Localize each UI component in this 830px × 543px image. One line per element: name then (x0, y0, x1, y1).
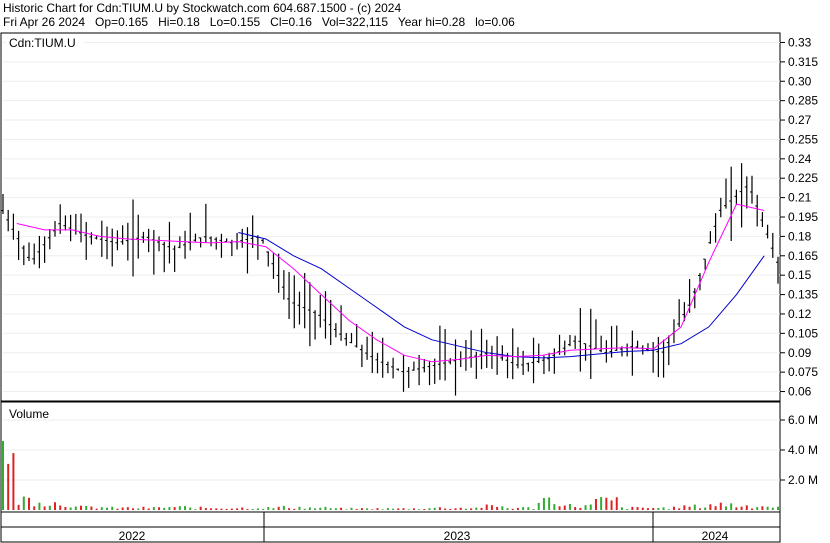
stock-chart: Cdn:TIUM.U 0.330.3150.300.2850.270.2550.… (0, 32, 818, 543)
volume-tick-label: 6.0 M (788, 413, 818, 427)
price-tick-label: 0.09 (788, 346, 812, 360)
price-tick-label: 0.105 (788, 326, 818, 340)
price-tick-label: 0.33 (788, 35, 812, 49)
year-label-2024: 2024 (702, 529, 729, 543)
symbol-label: Cdn:TIUM.U (9, 36, 76, 50)
price-tick-label: 0.30 (788, 74, 812, 88)
price-tick-label: 0.27 (788, 113, 812, 127)
price-tick-label: 0.12 (788, 307, 812, 321)
price-tick-label: 0.165 (788, 249, 818, 263)
price-tick-label: 0.15 (788, 268, 812, 282)
year-label-2022: 2022 (119, 529, 146, 543)
price-tick-label: 0.06 (788, 385, 812, 399)
price-tick-label: 0.18 (788, 229, 812, 243)
price-tick-label: 0.24 (788, 152, 812, 166)
volume-tick-label: 4.0 M (788, 443, 818, 457)
volume-tick-label: 2.0 M (788, 473, 818, 487)
price-axis-ticks: 0.33 0.315 0.30 0.285 0.27 0.255 0.24 0.225 0.21… (780, 35, 818, 399)
price-tick-label: 0.315 (788, 55, 818, 69)
volume-axis-ticks: 6.0 M 4.0 M 2.0 M (780, 413, 818, 487)
volume-panel-frame (0, 401, 781, 513)
price-tick-label: 0.255 (788, 132, 818, 146)
price-tick-label: 0.075 (788, 365, 818, 379)
price-tick-label: 0.285 (788, 94, 818, 108)
price-tick-label: 0.225 (788, 171, 818, 185)
volume-label: Volume (9, 407, 49, 421)
price-tick-label: 0.195 (788, 210, 818, 224)
year-label-2023: 2023 (444, 529, 471, 543)
price-tick-label: 0.135 (788, 288, 818, 302)
price-tick-label: 0.21 (788, 191, 812, 205)
